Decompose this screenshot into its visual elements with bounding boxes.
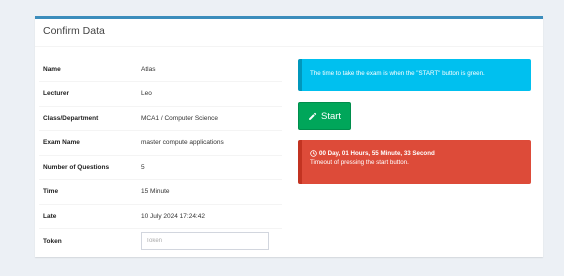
lecturer-label: Lecturer (39, 81, 137, 106)
countdown-text: 00 Day, 01 Hours, 55 Minute, 33 Second (319, 150, 435, 157)
countdown-line: 00 Day, 01 Hours, 55 Minute, 33 Second (310, 149, 523, 158)
pencil-icon (309, 112, 317, 120)
table-row: Lecturer Leo (39, 81, 282, 106)
exam-name-label: Exam Name (39, 130, 137, 155)
table-row: Class/Department MCA1 / Computer Science (39, 105, 282, 131)
panel-title: Confirm Data (35, 19, 543, 47)
token-input[interactable] (141, 232, 269, 250)
number-of-questions-label: Number of Questions (39, 154, 137, 180)
token-cell (137, 228, 282, 253)
start-button[interactable]: Start (298, 102, 352, 130)
timeout-message: Timeout of pressing the start button. (310, 159, 409, 166)
time-value: 15 Minute (137, 179, 282, 204)
table-row: Number of Questions 5 (39, 154, 282, 180)
late-label: Late (39, 203, 137, 229)
table-row: Name Atlas (39, 57, 282, 82)
number-of-questions-value: 5 (137, 154, 282, 180)
late-value: 10 July 2024 17:24:42 (137, 203, 282, 229)
name-label: Name (43, 65, 61, 73)
table-row: Exam Name master compute applications (39, 130, 282, 155)
action-section: The time to take the exam is when the "S… (298, 59, 531, 184)
time-label: Time (39, 179, 137, 204)
info-callout: The time to take the exam is when the "S… (298, 59, 531, 91)
class-department-value: MCA1 / Computer Science (137, 105, 282, 131)
table-row: Time 15 Minute (39, 179, 282, 204)
class-department-label: Class/Department (39, 105, 137, 131)
timeout-alert: 00 Day, 01 Hours, 55 Minute, 33 Second T… (298, 140, 531, 184)
details-section: Name Atlas Lecturer Leo Class/Department… (39, 57, 282, 253)
lecturer-value: Leo (137, 81, 282, 106)
table-row: Late 10 July 2024 17:24:42 (39, 203, 282, 229)
start-button-label: Start (321, 110, 342, 122)
confirm-data-panel: Confirm Data Name Atlas Lecturer Leo Cla… (35, 16, 543, 257)
info-message: The time to take the exam is when the "S… (310, 70, 485, 77)
clock-icon (310, 150, 317, 157)
details-table: Name Atlas Lecturer Leo Class/Department… (39, 57, 282, 253)
token-label: Token (39, 228, 137, 253)
name-value: Atlas (141, 65, 156, 73)
table-row: Token (39, 228, 282, 253)
exam-name-value: master compute applications (137, 130, 282, 155)
